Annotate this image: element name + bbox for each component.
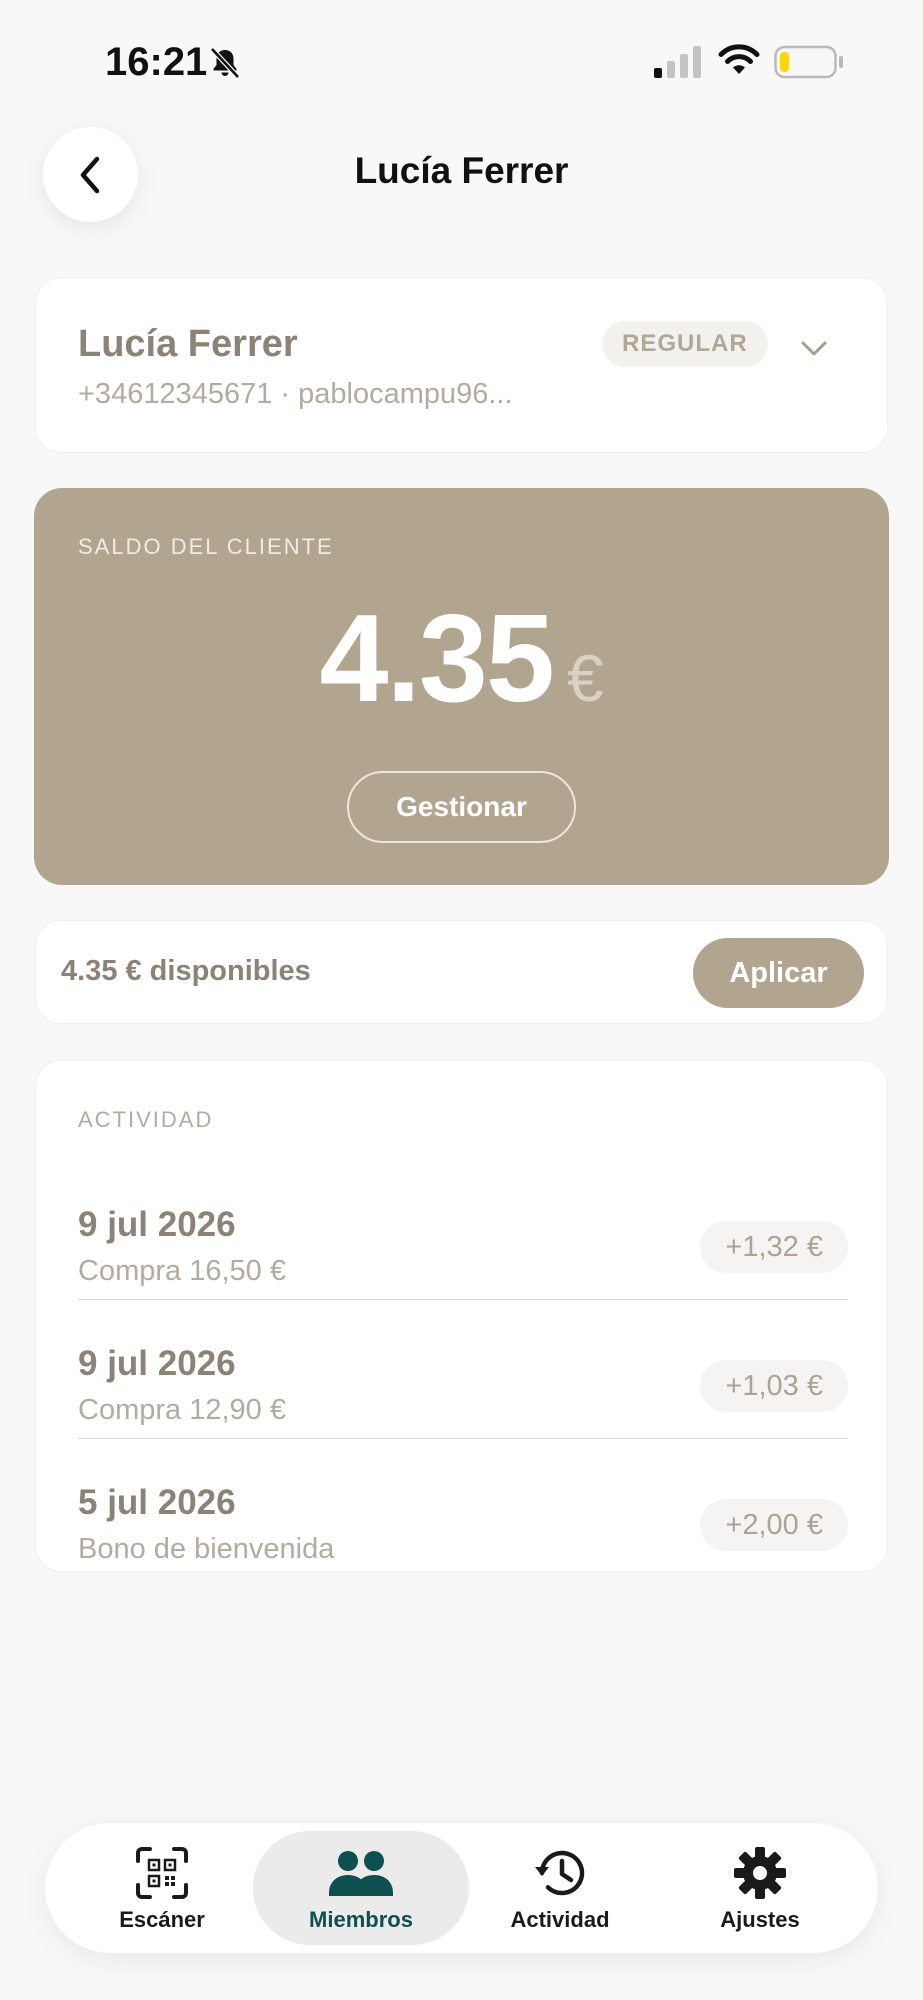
members-icon bbox=[329, 1851, 393, 1896]
activity-item[interactable]: 9 jul 2026 Compra 12,90 € +1,03 € bbox=[78, 1300, 848, 1439]
balance-display: 4.35 € bbox=[34, 588, 889, 730]
balance-amount: 4.35 bbox=[319, 590, 554, 728]
tab-label: Actividad bbox=[510, 1907, 610, 1932]
activity-date: 9 jul 2026 bbox=[78, 1205, 236, 1244]
member-summary-card[interactable]: Lucía Ferrer +34612345671 · pablocampu96… bbox=[35, 277, 888, 453]
tab-label: Escáner bbox=[119, 1907, 205, 1932]
activity-label: ACTIVIDAD bbox=[78, 1107, 214, 1132]
status-bar: 16:21 bbox=[0, 0, 923, 120]
bottom-tab-bar: Escáner Miembros Actividad Ajustes bbox=[45, 1823, 878, 1953]
bell-muted-icon bbox=[210, 47, 240, 79]
tier-badge: REGULAR bbox=[602, 321, 768, 367]
available-balance-card: 4.35 € disponibles Aplicar bbox=[35, 920, 888, 1024]
activity-description: Bono de bienvenida bbox=[78, 1533, 335, 1565]
tab-settings[interactable]: Ajustes bbox=[660, 1823, 860, 1953]
member-detail-screen: 16:21 Lucía Ferrer Lucía Ferrer +3461234… bbox=[0, 0, 923, 2000]
activity-description: Compra 12,90 € bbox=[78, 1394, 286, 1426]
wifi-icon bbox=[718, 44, 760, 74]
tab-scanner[interactable]: Escáner bbox=[62, 1823, 262, 1953]
tab-label: Ajustes bbox=[720, 1907, 800, 1932]
manage-button[interactable]: Gestionar bbox=[347, 771, 576, 843]
activity-description: Compra 16,50 € bbox=[78, 1255, 286, 1287]
status-time: 16:21 bbox=[105, 40, 208, 84]
member-contact: +34612345671 · pablocampu96... bbox=[78, 378, 513, 410]
activity-item[interactable]: 9 jul 2026 Compra 16,50 € +1,32 € bbox=[78, 1161, 848, 1300]
tab-label: Miembros bbox=[309, 1907, 413, 1932]
history-icon bbox=[535, 1850, 585, 1896]
member-name: Lucía Ferrer bbox=[78, 323, 298, 365]
activity-amount-badge: +1,03 € bbox=[700, 1360, 848, 1412]
activity-amount-badge: +1,32 € bbox=[700, 1221, 848, 1273]
activity-date: 9 jul 2026 bbox=[78, 1344, 236, 1383]
activity-date: 5 jul 2026 bbox=[78, 1483, 236, 1522]
activity-item[interactable]: 5 jul 2026 Bono de bienvenida +2,00 € bbox=[78, 1439, 848, 1578]
available-text: 4.35 € disponibles bbox=[61, 955, 311, 987]
apply-button[interactable]: Aplicar bbox=[693, 938, 864, 1008]
balance-card: SALDO DEL CLIENTE 4.35 € Gestionar bbox=[34, 488, 889, 885]
qr-scan-icon bbox=[136, 1847, 188, 1899]
page-title: Lucía Ferrer bbox=[354, 150, 569, 191]
activity-amount-badge: +2,00 € bbox=[700, 1499, 848, 1551]
gear-icon bbox=[734, 1847, 786, 1899]
battery-low-icon bbox=[774, 45, 843, 79]
cellular-signal-icon bbox=[654, 46, 701, 78]
balance-label: SALDO DEL CLIENTE bbox=[78, 534, 334, 559]
tab-members[interactable]: Miembros bbox=[253, 1823, 469, 1953]
balance-currency: € bbox=[566, 641, 604, 715]
activity-card: ACTIVIDAD 9 jul 2026 Compra 16,50 € +1,3… bbox=[35, 1060, 888, 1572]
tab-activity[interactable]: Actividad bbox=[460, 1823, 660, 1953]
chevron-down-icon[interactable] bbox=[794, 328, 834, 368]
